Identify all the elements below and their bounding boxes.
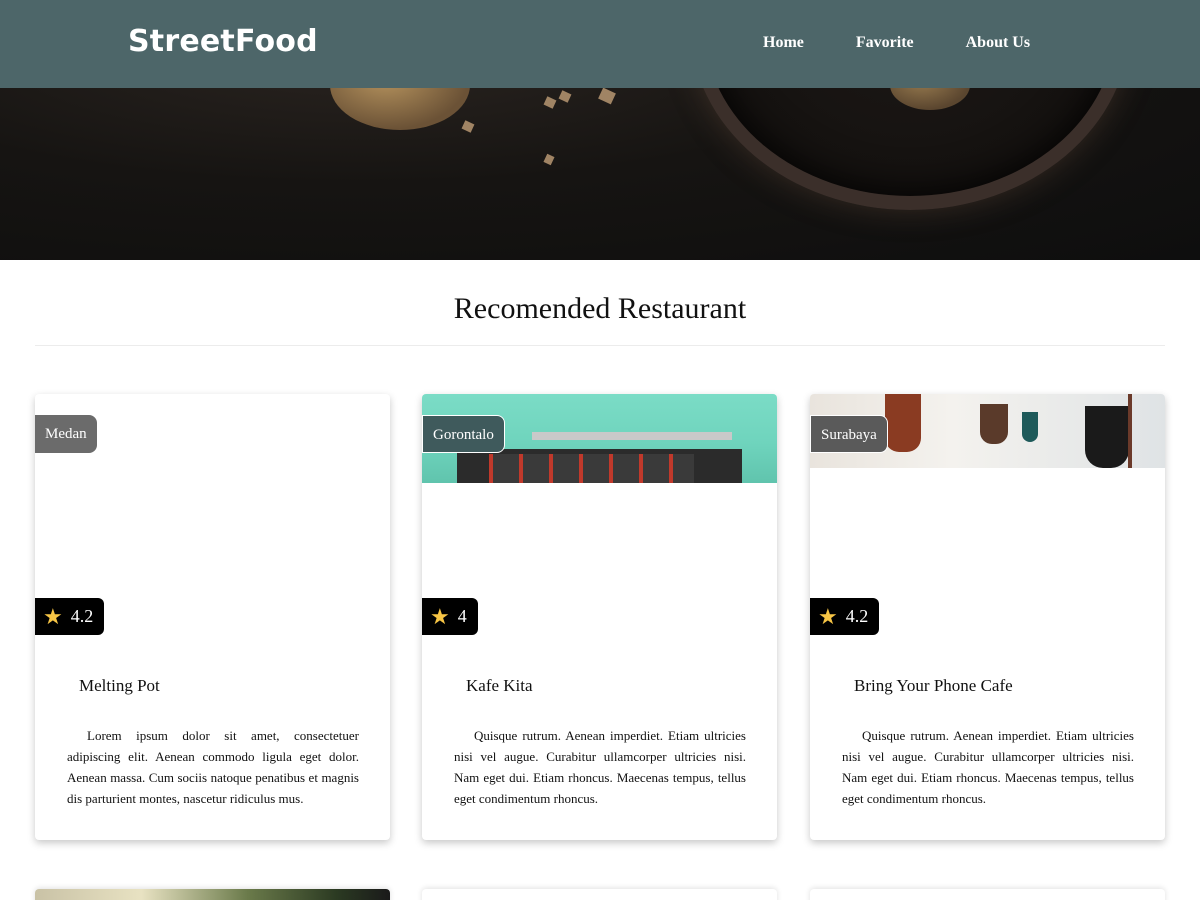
restaurant-description: Quisque rutrum. Aenean imperdiet. Etiam …	[842, 728, 1134, 806]
rating-value: 4	[457, 606, 467, 626]
rating-value: 4.2	[70, 606, 94, 626]
section-divider	[35, 345, 1165, 346]
hero-crumb	[558, 90, 572, 103]
restaurant-description: Quisque rutrum. Aenean imperdiet. Etiam …	[454, 728, 746, 806]
city-badge: Gorontalo	[422, 415, 505, 453]
storefront-rail	[532, 432, 732, 440]
restaurant-card[interactable]: Gorontalo ★ 4 Kafe Kita Quisque rutrum. …	[422, 394, 777, 840]
restaurant-name[interactable]: Melting Pot	[79, 676, 160, 696]
restaurant-card[interactable]	[810, 889, 1165, 900]
section-title: Recomended Restaurant	[453, 292, 747, 325]
nav-link-home[interactable]: Home	[737, 34, 830, 52]
restaurant-card[interactable]: Surabaya ★ 4.2 Bring Your Phone Cafe Qui…	[810, 394, 1165, 840]
restaurant-thumbnail	[35, 889, 390, 900]
star-icon: ★	[430, 604, 450, 629]
pendant-lamp	[1085, 406, 1129, 468]
pendant-lamp	[1022, 412, 1038, 442]
star-icon: ★	[43, 604, 63, 629]
nav-link-favorite[interactable]: Favorite	[830, 34, 940, 52]
city-badge: Surabaya	[810, 415, 888, 453]
hero-crumb	[598, 87, 616, 105]
rating-badge: ★ 4	[422, 598, 478, 635]
restaurant-name[interactable]: Kafe Kita	[466, 676, 533, 696]
nav-link-about-us[interactable]: About Us	[940, 34, 1056, 52]
hero-crumb	[461, 120, 475, 133]
hero-crumb	[543, 153, 555, 166]
restaurant-description: Lorem ipsum dolor sit amet, consectetuer…	[67, 728, 359, 806]
star-icon: ★	[818, 604, 838, 629]
storefront-grille	[489, 454, 694, 483]
pendant-lamp	[885, 394, 921, 452]
pendant-lamp	[980, 404, 1008, 444]
navbar: StreetFood Home Favorite About Us	[0, 0, 1200, 88]
restaurant-card[interactable]	[422, 889, 777, 900]
nav-links: Home Favorite About Us	[737, 34, 1056, 52]
hero-crumb	[543, 96, 557, 109]
restaurant-name[interactable]: Bring Your Phone Cafe	[854, 676, 1013, 696]
city-badge: Medan	[35, 415, 97, 453]
brand-logo[interactable]: StreetFood	[128, 24, 318, 59]
rating-value: 4.2	[845, 606, 869, 626]
window-frame	[1128, 394, 1132, 468]
rating-badge: ★ 4.2	[35, 598, 105, 635]
restaurant-card[interactable]: Medan ★ 4.2 Melting Pot Lorem ipsum dolo…	[35, 394, 390, 840]
restaurant-card[interactable]	[35, 889, 390, 900]
rating-badge: ★ 4.2	[810, 598, 880, 635]
